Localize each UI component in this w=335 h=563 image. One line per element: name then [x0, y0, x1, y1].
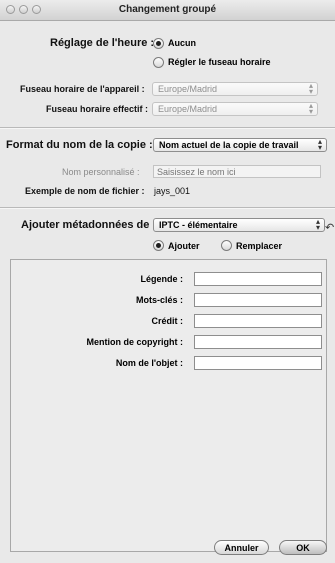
- metadata-add-radio[interactable]: [153, 240, 164, 251]
- time-none-radio[interactable]: [153, 38, 164, 49]
- batch-change-window: Changement groupé Réglage de l'heure : A…: [0, 0, 335, 563]
- filename-example-label: Exemple de nom de fichier :: [25, 186, 145, 196]
- metadata-replace-radio[interactable]: [221, 240, 232, 251]
- device-tz-popup[interactable]: Europe/Madrid ▴ ▾: [152, 82, 318, 96]
- title-bar: Changement groupé: [0, 0, 335, 21]
- metadata-preset-value: IPTC - élémentaire: [159, 220, 238, 230]
- copy-name-format-popup[interactable]: Nom actuel de la copie de travail ▴ ▾: [153, 138, 327, 152]
- copyright-input[interactable]: [194, 335, 322, 349]
- field-label-keywords: Mots-clés :: [135, 295, 183, 305]
- filename-example-value: jays_001: [154, 186, 191, 196]
- field-label-object-name: Nom de l'objet :: [115, 358, 183, 368]
- time-none-label[interactable]: Aucun: [168, 38, 196, 48]
- device-tz-value: Europe/Madrid: [158, 84, 218, 94]
- add-metadata-label: Ajouter métadonnées de :: [21, 219, 157, 231]
- effective-tz-popup[interactable]: Europe/Madrid ▴ ▾: [152, 102, 318, 116]
- cancel-button[interactable]: Annuler: [214, 540, 269, 555]
- divider: [0, 207, 335, 209]
- popup-arrows-icon: ▴ ▾: [317, 138, 322, 152]
- object-name-input[interactable]: [194, 356, 322, 370]
- caption-input[interactable]: [194, 272, 322, 286]
- device-tz-label: Fuseau horaire de l'appareil :: [20, 84, 145, 94]
- time-setting-label: Réglage de l'heure :: [50, 37, 155, 49]
- time-adjust-radio[interactable]: [153, 57, 164, 68]
- copy-name-format-label: Format du nom de la copie :: [6, 139, 153, 151]
- divider: [0, 127, 335, 129]
- revert-arrow-icon[interactable]: ↶: [325, 221, 334, 234]
- popup-arrows-icon: ▴ ▾: [315, 218, 320, 232]
- metadata-replace-label[interactable]: Remplacer: [236, 241, 282, 251]
- custom-name-input[interactable]: [153, 165, 321, 178]
- metadata-add-label[interactable]: Ajouter: [168, 241, 200, 251]
- effective-tz-label: Fuseau horaire effectif :: [46, 104, 149, 114]
- metadata-preset-popup[interactable]: IPTC - élémentaire ▴ ▾: [153, 218, 325, 232]
- popup-arrows-icon: ▴ ▾: [308, 102, 313, 116]
- keywords-input[interactable]: [194, 293, 322, 307]
- ok-button[interactable]: OK: [279, 540, 327, 555]
- field-label-caption: Légende :: [140, 274, 183, 284]
- copy-name-format-value: Nom actuel de la copie de travail: [159, 140, 299, 150]
- field-label-credit: Crédit :: [151, 316, 184, 326]
- custom-name-label: Nom personnalisé :: [62, 167, 140, 177]
- popup-arrows-icon: ▴ ▾: [308, 82, 313, 96]
- field-label-copyright: Mention de copyright :: [86, 337, 184, 347]
- credit-input[interactable]: [194, 314, 322, 328]
- metadata-fields-panel: Légende : Mots-clés : Crédit : Mention d…: [10, 259, 327, 552]
- effective-tz-value: Europe/Madrid: [158, 104, 218, 114]
- time-adjust-label[interactable]: Régler le fuseau horaire: [168, 57, 271, 67]
- window-title: Changement groupé: [118, 4, 217, 15]
